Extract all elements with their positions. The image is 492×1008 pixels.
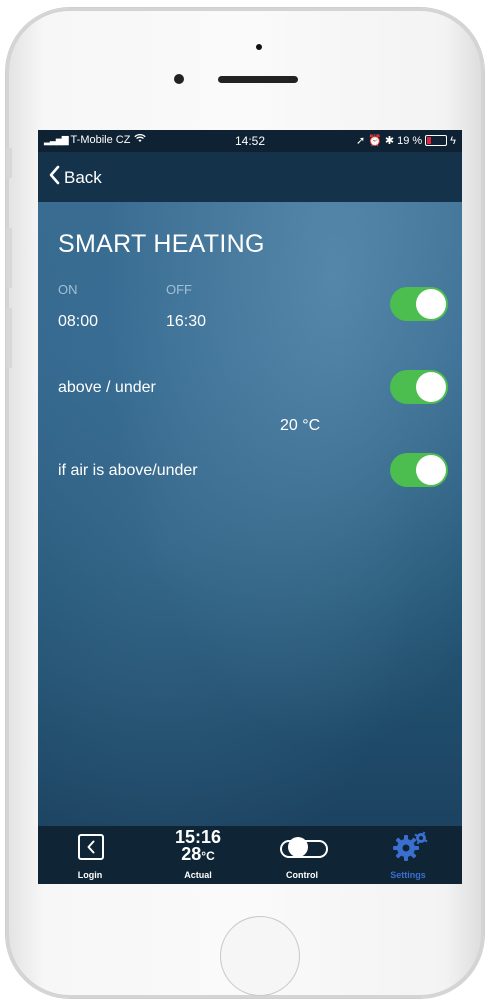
- actual-temperature: 28°C: [158, 845, 238, 865]
- toggle-knob: [416, 455, 446, 485]
- switch-icon: [280, 837, 328, 858]
- tab-control[interactable]: Control: [262, 826, 342, 884]
- toggle-knob: [416, 372, 446, 402]
- charging-icon: ϟ: [450, 134, 456, 147]
- bluetooth-icon: ✱: [384, 135, 395, 147]
- proximity-sensor: [256, 44, 262, 50]
- earpiece-speaker: [218, 76, 298, 83]
- front-camera: [174, 74, 184, 84]
- back-button[interactable]: Back: [48, 165, 102, 190]
- app-screen: ▂▃▅▇ T-Mobile CZ 14:52 ➚ ⏰ ✱ 19 % ϟ Back…: [38, 130, 462, 884]
- chevron-left-icon: [48, 165, 60, 190]
- air-condition-label: if air is above/under: [58, 462, 198, 479]
- air-condition-toggle[interactable]: [390, 453, 448, 487]
- tab-control-label: Control: [286, 870, 318, 880]
- battery-fill: [427, 137, 431, 144]
- on-time-value[interactable]: 08:00: [58, 313, 98, 331]
- tab-login-label: Login: [77, 870, 103, 880]
- back-label: Back: [64, 167, 102, 187]
- tab-bar: Login 15:16 28°C Actual Control Settings: [38, 826, 462, 884]
- location-icon: ➚: [355, 135, 366, 147]
- on-label: ON: [58, 282, 78, 297]
- mute-switch: [6, 148, 12, 178]
- gear-icon: [390, 830, 430, 867]
- threshold-value[interactable]: 20 °C: [280, 417, 320, 435]
- battery-icon: [425, 135, 448, 146]
- off-label: OFF: [166, 282, 192, 297]
- tab-actual[interactable]: 15:16 28°C Actual: [158, 826, 238, 884]
- volume-up-button: [6, 228, 12, 288]
- alarm-icon: ⏰: [368, 135, 382, 147]
- volume-down-button: [6, 308, 12, 368]
- off-time-value[interactable]: 16:30: [166, 313, 206, 331]
- status-right: ➚ ⏰ ✱ 19 % ϟ: [355, 134, 456, 148]
- battery-percent: 19 %: [397, 134, 423, 147]
- tab-settings-label: Settings: [390, 870, 426, 880]
- actual-temp-value: 28: [181, 844, 202, 864]
- tab-settings[interactable]: Settings: [368, 826, 448, 884]
- status-bar: ▂▃▅▇ T-Mobile CZ 14:52 ➚ ⏰ ✱ 19 % ϟ: [38, 130, 462, 152]
- schedule-toggle[interactable]: [390, 287, 448, 321]
- toggle-knob: [416, 289, 446, 319]
- threshold-toggle[interactable]: [390, 370, 448, 404]
- home-button[interactable]: [220, 916, 300, 996]
- page-title: SMART HEATING: [58, 230, 265, 258]
- threshold-label: above / under: [58, 379, 156, 396]
- switch-knob: [288, 837, 308, 857]
- tab-login[interactable]: Login: [58, 826, 122, 884]
- tab-actual-label: Actual: [184, 870, 212, 880]
- actual-temp-unit: °C: [201, 849, 215, 863]
- navigation-bar: Back: [38, 152, 462, 202]
- login-icon: [78, 834, 104, 860]
